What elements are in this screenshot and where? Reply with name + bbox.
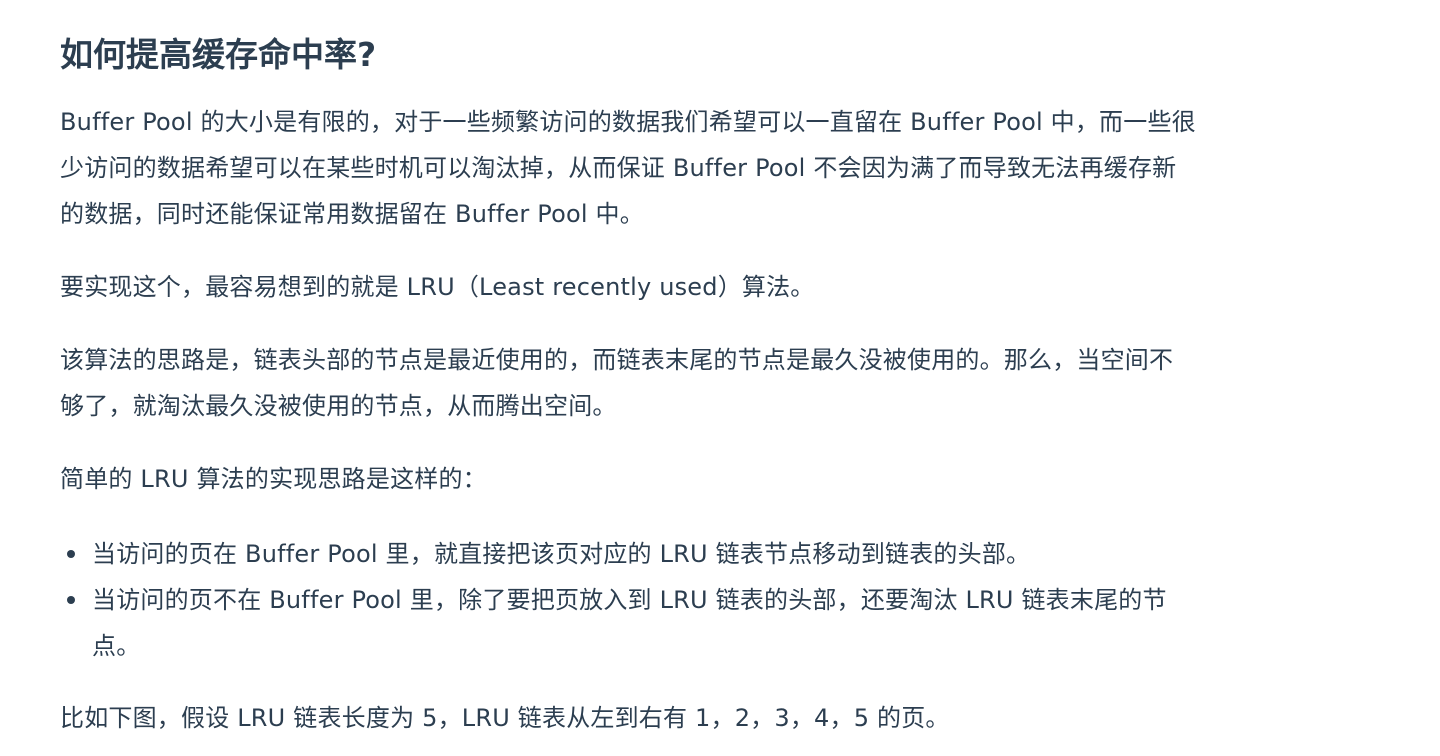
paragraph-buffer-pool-size: Buffer Pool 的大小是有限的，对于一些频繁访问的数据我们希望可以一直留…	[60, 99, 1310, 237]
paragraph-line: 比如下图，假设 LRU 链表长度为 5，LRU 链表从左到右有 1，2，3，4，…	[60, 704, 950, 732]
paragraph-lru-intro: 要实现这个，最容易想到的就是 LRU（Least recently used）算…	[60, 264, 1310, 310]
paragraph-line: 少访问的数据希望可以在某些时机可以淘汰掉，从而保证 Buffer Pool 不会…	[60, 154, 1177, 182]
paragraph-lru-simple: 简单的 LRU 算法的实现思路是这样的：	[60, 456, 1310, 502]
paragraph-line: 的数据，同时还能保证常用数据留在 Buffer Pool 中。	[60, 200, 644, 228]
bullet-list: 当访问的页在 Buffer Pool 里，就直接把该页对应的 LRU 链表节点移…	[60, 531, 1310, 669]
paragraph-lru-idea: 该算法的思路是，链表头部的节点是最近使用的，而链表末尾的节点是最久没被使用的。那…	[60, 337, 1310, 429]
paragraph-example: 比如下图，假设 LRU 链表长度为 5，LRU 链表从左到右有 1，2，3，4，…	[60, 695, 1310, 741]
list-item: 当访问的页不在 Buffer Pool 里，除了要把页放入到 LRU 链表的头部…	[60, 577, 1310, 669]
paragraph-line: 够了，就淘汰最久没被使用的节点，从而腾出空间。	[60, 392, 617, 420]
list-item-line: 点。	[92, 632, 141, 660]
paragraph-line: 简单的 LRU 算法的实现思路是这样的：	[60, 465, 487, 493]
list-item-line: 当访问的页在 Buffer Pool 里，就直接把该页对应的 LRU 链表节点移…	[92, 540, 1031, 568]
bullet-dot-icon	[67, 550, 75, 558]
list-item: 当访问的页在 Buffer Pool 里，就直接把该页对应的 LRU 链表节点移…	[60, 531, 1310, 577]
list-item-line: 当访问的页不在 Buffer Pool 里，除了要把页放入到 LRU 链表的头部…	[92, 586, 1167, 614]
bullet-dot-icon	[67, 596, 75, 604]
paragraph-line: 该算法的思路是，链表头部的节点是最近使用的，而链表末尾的节点是最久没被使用的。那…	[60, 346, 1174, 374]
paragraph-line: Buffer Pool 的大小是有限的，对于一些频繁访问的数据我们希望可以一直留…	[60, 108, 1196, 136]
paragraph-line: 要实现这个，最容易想到的就是 LRU（Least recently used）算…	[60, 273, 815, 301]
section-heading: 如何提高缓存命中率?	[60, 35, 377, 74]
